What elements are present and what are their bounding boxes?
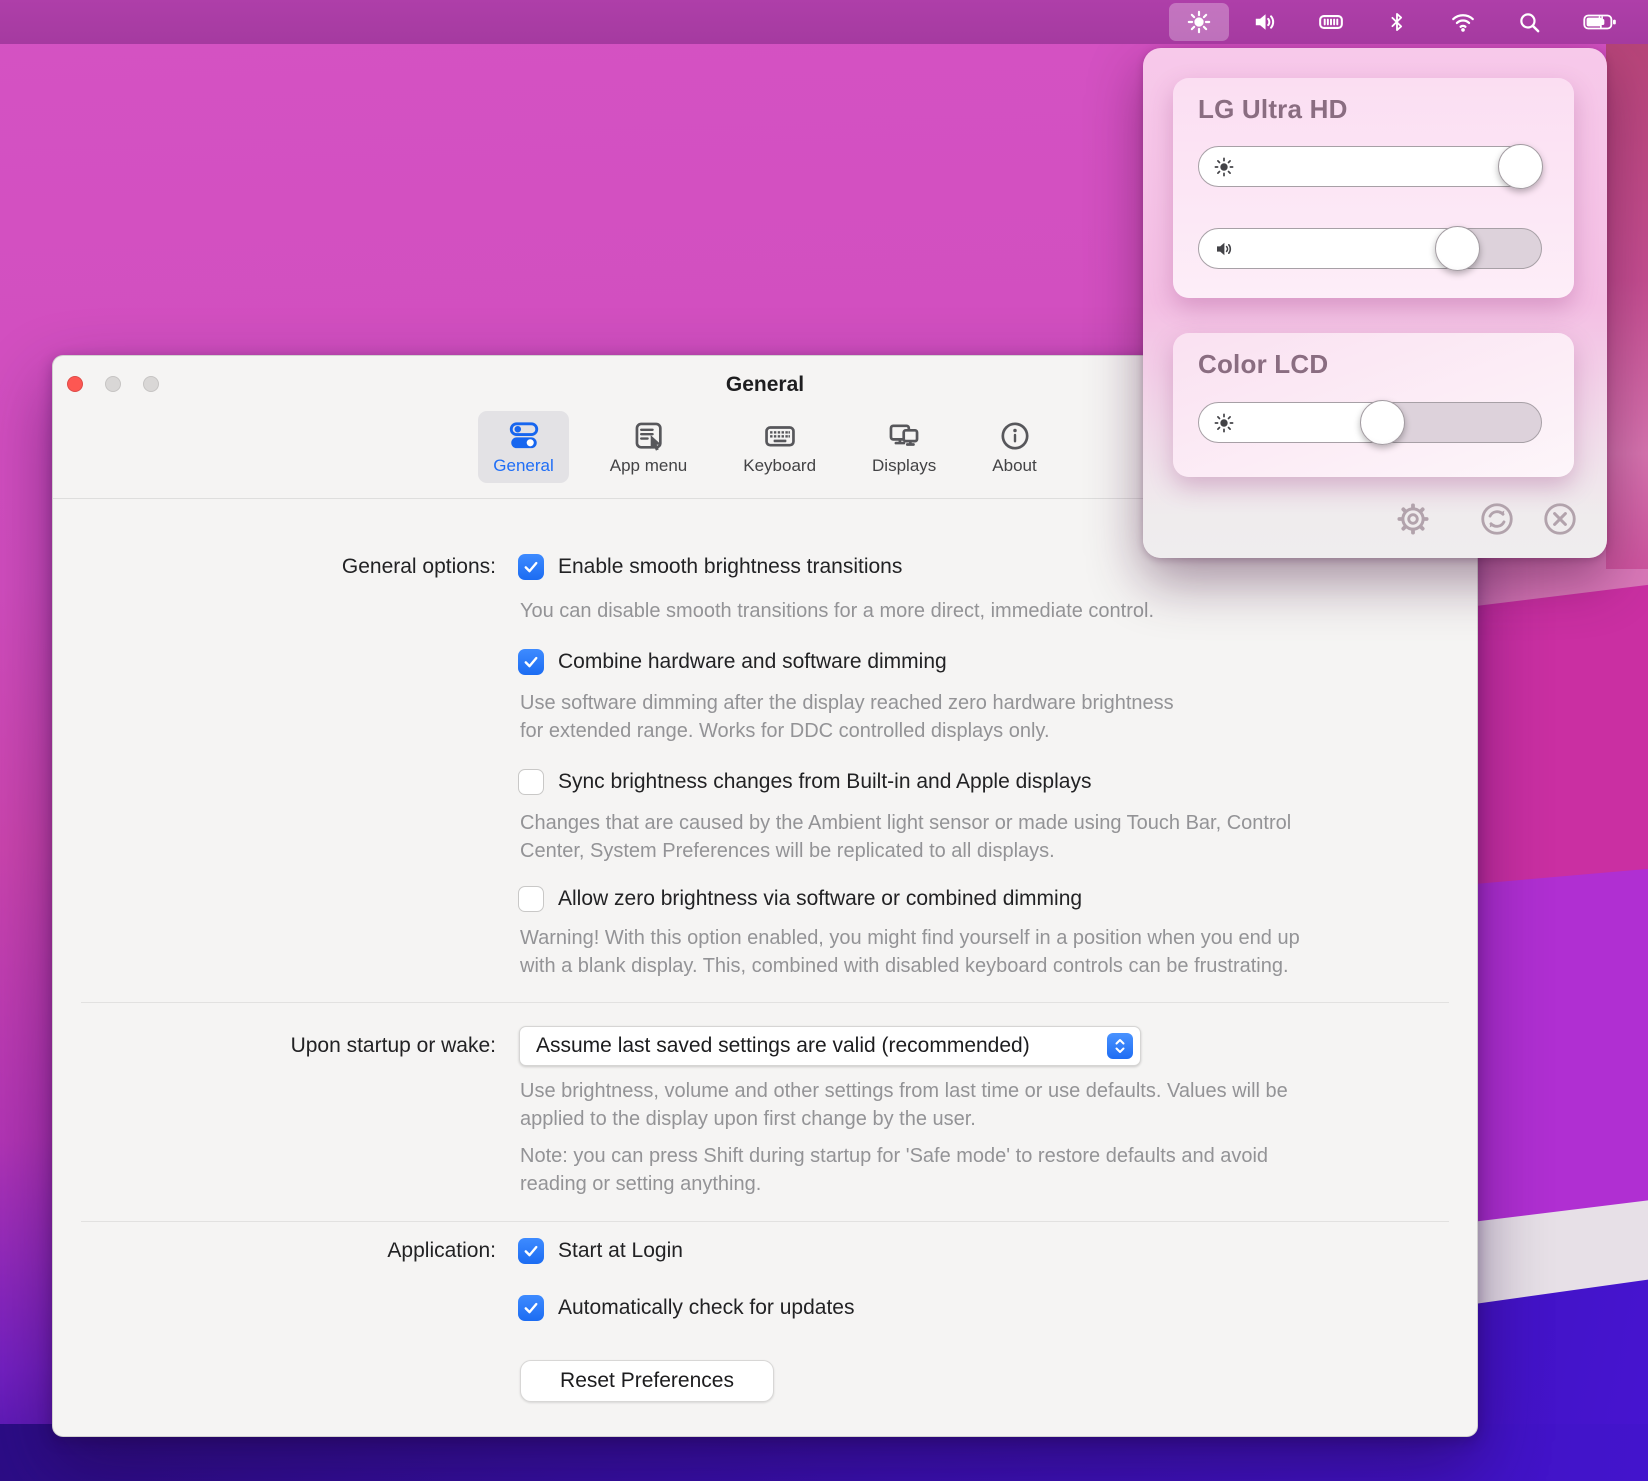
slider-knob[interactable]	[1435, 226, 1480, 271]
checkbox[interactable]	[518, 649, 544, 675]
dropdown-stepper-icon	[1107, 1033, 1133, 1059]
startup-description: Use brightness, volume and other setting…	[520, 1077, 1288, 1133]
brightness-slider[interactable]	[1198, 402, 1542, 443]
settings-button[interactable]	[1394, 500, 1432, 538]
reset-preferences-button[interactable]: Reset Preferences	[520, 1360, 774, 1402]
tab-about[interactable]: About	[977, 411, 1051, 483]
option-start-at-login[interactable]: Start at Login	[518, 1238, 683, 1264]
tab-label: Displays	[872, 456, 936, 476]
refresh-button[interactable]	[1478, 500, 1516, 538]
displays-icon	[886, 419, 922, 453]
checkbox-label: Start at Login	[558, 1238, 683, 1264]
tab-general[interactable]: General	[478, 411, 568, 483]
menu-bar-status-icons	[1184, 0, 1620, 44]
application-label: Application:	[53, 1238, 496, 1264]
tab-app-menu[interactable]: App menu	[595, 411, 703, 483]
desktop: General General	[0, 0, 1648, 1481]
battery-charging-icon	[1581, 9, 1619, 35]
dropdown-value: Assume last saved settings are valid (re…	[520, 1034, 1107, 1058]
bluetooth-menu-item[interactable]	[1382, 0, 1412, 44]
display-card-color-lcd: Color LCD	[1173, 333, 1574, 477]
brightness-menu-item[interactable]	[1184, 0, 1214, 44]
slider-knob[interactable]	[1360, 400, 1405, 445]
menu-document-icon	[631, 419, 667, 453]
display-name: Color LCD	[1198, 349, 1328, 380]
checkmark-icon	[522, 558, 540, 576]
close-icon	[1541, 500, 1579, 538]
sun-icon	[1212, 155, 1236, 179]
checkbox-label: Automatically check for updates	[558, 1295, 854, 1321]
tab-displays[interactable]: Displays	[857, 411, 951, 483]
option-description: You can disable smooth transitions for a…	[520, 597, 1154, 625]
keyboard-icon	[762, 419, 798, 453]
gear-icon	[1394, 500, 1432, 538]
section-divider	[81, 1221, 1449, 1222]
checkbox[interactable]	[518, 1238, 544, 1264]
popover-footer	[1143, 500, 1607, 540]
search-menu-item[interactable]	[1514, 0, 1544, 44]
tab-label: General	[493, 456, 553, 476]
section-divider	[81, 1002, 1449, 1003]
volume-menu-item[interactable]	[1250, 0, 1280, 44]
general-options-label: General options:	[53, 554, 496, 580]
startup-dropdown[interactable]: Assume last saved settings are valid (re…	[519, 1026, 1141, 1066]
display-card-lg-ultra-hd: LG Ultra HD	[1173, 78, 1574, 298]
tab-keyboard[interactable]: Keyboard	[728, 411, 831, 483]
wifi-menu-item[interactable]	[1448, 0, 1478, 44]
checkbox[interactable]	[518, 554, 544, 580]
volume-icon	[1252, 9, 1278, 35]
search-icon	[1517, 10, 1542, 35]
checkbox[interactable]	[518, 886, 544, 912]
volume-slider[interactable]	[1198, 228, 1542, 269]
checkmark-icon	[522, 1299, 540, 1317]
checkbox-label: Combine hardware and software dimming	[558, 649, 947, 675]
checkmark-icon	[522, 1242, 540, 1260]
brightness-slider[interactable]	[1198, 146, 1542, 187]
option-sync-brightness[interactable]: Sync brightness changes from Built-in an…	[518, 769, 1091, 795]
speaker-icon	[1212, 237, 1236, 261]
brightness-icon	[1186, 9, 1212, 35]
option-description: Use software dimming after the display r…	[520, 689, 1174, 745]
displays-popover: LG Ultra HD	[1143, 48, 1607, 558]
option-description: Changes that are caused by the Ambient l…	[520, 809, 1291, 865]
option-auto-updates[interactable]: Automatically check for updates	[518, 1295, 854, 1321]
battery-menu-item[interactable]	[1580, 0, 1620, 44]
checkbox-label: Enable smooth brightness transitions	[558, 554, 902, 580]
option-description: Warning! With this option enabled, you m…	[520, 924, 1300, 980]
checkbox[interactable]	[518, 1295, 544, 1321]
wallpaper-rose-strip	[1606, 44, 1648, 569]
menu-bar	[0, 0, 1648, 44]
bluetooth-icon	[1386, 9, 1408, 35]
settings-content: General options: Enable smooth brightnes…	[53, 498, 1477, 1436]
startup-note: Note: you can press Shift during startup…	[520, 1142, 1268, 1198]
checkmark-icon	[522, 653, 540, 671]
option-combine-dimming[interactable]: Combine hardware and software dimming	[518, 649, 947, 675]
checkbox-label: Sync brightness changes from Built-in an…	[558, 769, 1091, 795]
sun-icon	[1212, 411, 1236, 435]
refresh-icon	[1478, 500, 1516, 538]
checkbox-label: Allow zero brightness via software or co…	[558, 886, 1082, 912]
tab-label: Keyboard	[743, 456, 816, 476]
toggles-icon	[506, 419, 542, 453]
checkbox[interactable]	[518, 769, 544, 795]
keyboard-brightness-icon	[1317, 9, 1345, 35]
tab-label: App menu	[610, 456, 688, 476]
option-zero-brightness[interactable]: Allow zero brightness via software or co…	[518, 886, 1082, 912]
tab-label: About	[992, 456, 1036, 476]
info-icon	[997, 419, 1033, 453]
wifi-icon	[1449, 9, 1477, 35]
display-name: LG Ultra HD	[1198, 94, 1348, 125]
option-smooth-transitions[interactable]: Enable smooth brightness transitions	[518, 554, 902, 580]
keyboard-brightness-menu-item[interactable]	[1316, 0, 1346, 44]
slider-knob[interactable]	[1498, 144, 1543, 189]
close-popover-button[interactable]	[1541, 500, 1579, 538]
startup-label: Upon startup or wake:	[53, 1026, 496, 1066]
